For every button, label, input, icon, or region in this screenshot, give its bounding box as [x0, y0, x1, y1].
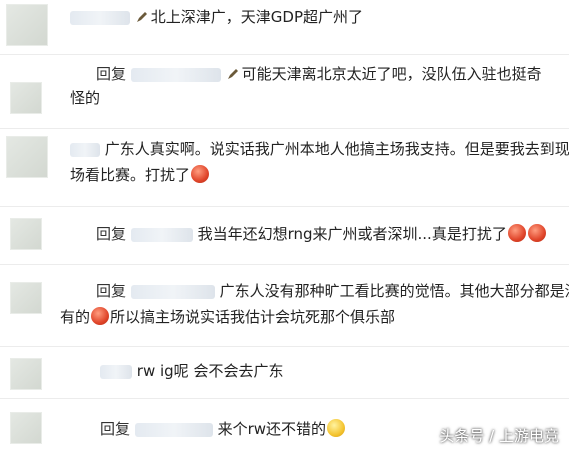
comment-text-continued: 所以搞主场说实话我估计会坑死那个俱乐部 [110, 308, 396, 326]
divider [0, 398, 569, 399]
red-emoji-icon [527, 224, 546, 242]
username-blurred[interactable] [130, 284, 215, 299]
divider [0, 54, 569, 55]
comment-text-continued: 场看比赛。打扰了 [70, 166, 191, 184]
avatar[interactable] [10, 282, 42, 314]
comment-2: 回复 可能天津离北京太近了吧，没队伍入驻也挺奇 怪的 [0, 56, 569, 114]
avatar[interactable] [6, 4, 48, 46]
comment-4: 回复 我当年还幻想rng来广州或者深圳...真是打扰了 [0, 210, 569, 260]
username-blurred[interactable] [70, 142, 100, 157]
username-blurred[interactable] [134, 422, 213, 437]
comment-text: 来个rw还不错的 [217, 420, 327, 438]
comment-text: 广东人真实啊。说实话我广州本地人他搞主场我支持。但是要我去到现 [104, 140, 569, 158]
comment-6: rw ig呢 会不会去广东 [0, 350, 569, 394]
divider [0, 206, 569, 207]
divider [0, 346, 569, 347]
avatar[interactable] [6, 136, 48, 178]
reply-label[interactable]: 回复 [96, 65, 126, 83]
reply-label[interactable]: 回复 [96, 282, 126, 300]
watermark: 头条号 / 上游电竞 [439, 427, 559, 445]
comment-text: 北上深津广，天津GDP超广州了 [150, 8, 364, 26]
comment-text: 会不会去广东 [193, 362, 284, 380]
username-blurred[interactable] [130, 67, 221, 82]
comment-3: 广东人真实啊。说实话我广州本地人他搞主场我支持。但是要我去到现 场看比赛。打扰了 [0, 130, 569, 194]
avatar[interactable] [10, 358, 42, 390]
pencil-icon [135, 8, 149, 22]
comment-text: 我当年还幻想rng来广州或者深圳...真是打扰了 [197, 225, 507, 243]
username-blurred[interactable] [130, 227, 193, 242]
divider [0, 128, 569, 129]
yellow-smile-emoji-icon [327, 419, 346, 437]
comment-text: 广东人没有那种旷工看比赛的觉悟。其他大部分都是没 [219, 282, 569, 300]
username-blurred[interactable] [100, 364, 132, 379]
comment-text-continued: 怪的 [70, 89, 101, 107]
avatar[interactable] [10, 82, 42, 114]
avatar[interactable] [10, 412, 42, 444]
reply-label[interactable]: 回复 [100, 420, 130, 438]
comment-text: rw ig呢 [136, 362, 189, 380]
avatar[interactable] [10, 218, 42, 250]
comment-1: 北上深津广，天津GDP超广州了 [0, 0, 569, 50]
reply-label[interactable]: 回复 [96, 225, 126, 243]
comment-5: 回复 广东人没有那种旷工看比赛的觉悟。其他大部分都是没 有的 所以搞主场说实话我估… [0, 268, 569, 340]
username-blurred[interactable] [70, 10, 130, 25]
divider [0, 264, 569, 265]
red-emoji-icon [507, 224, 526, 242]
comment-text: 可能天津离北京太近了吧，没队伍入驻也挺奇 [241, 65, 542, 83]
pencil-icon [226, 65, 240, 79]
comment-text-continued: 有的 [60, 308, 91, 326]
red-emoji-icon [91, 307, 110, 325]
red-emoji-icon [191, 165, 210, 183]
